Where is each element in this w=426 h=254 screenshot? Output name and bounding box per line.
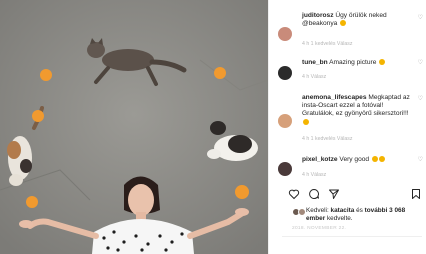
- comment-meta[interactable]: 4 h 1 kedvelés Válasz: [302, 136, 352, 142]
- comment-text: anemona_lifescapes Megkaptad az insta-Os…: [302, 94, 413, 127]
- avatar: [298, 208, 306, 216]
- comment-username[interactable]: juditorosz: [302, 12, 334, 19]
- share-icon[interactable]: [328, 188, 340, 200]
- comment-meta[interactable]: 4 h Válasz: [302, 74, 326, 80]
- comment-meta[interactable]: 4 h 1 kedvelés Válasz: [302, 41, 352, 47]
- likes-user[interactable]: katacita: [331, 207, 355, 214]
- comment-username[interactable]: anemona_lifescapes: [302, 94, 367, 101]
- divider: [282, 236, 422, 237]
- instagram-post-view: juditorosz Úgy örülök neked @beakonya ♡ …: [0, 0, 426, 254]
- likes-suffix: kedvelte.: [326, 215, 353, 223]
- comment-body: Very good: [339, 156, 370, 163]
- heart-icon[interactable]: [288, 188, 300, 200]
- avatar[interactable]: [278, 162, 292, 176]
- smile-emoji-icon: [340, 20, 347, 27]
- comment-text: pixel_kotze Very good: [302, 156, 413, 164]
- comment-item: juditorosz Úgy örülök neked @beakonya ♡ …: [278, 6, 423, 48]
- post-photo[interactable]: [0, 0, 268, 254]
- comment-item: anemona_lifescapes Megkaptad az insta-Os…: [278, 90, 423, 146]
- like-comment-heart-icon[interactable]: ♡: [418, 59, 423, 66]
- comment-icon[interactable]: [308, 188, 320, 200]
- bookmark-icon[interactable]: [410, 188, 422, 200]
- comment-meta[interactable]: 4 h Válasz: [302, 172, 326, 178]
- like-comment-heart-icon[interactable]: ♡: [418, 14, 423, 21]
- post-actions-bar: [288, 188, 422, 202]
- comment-username[interactable]: pixel_kotze: [302, 156, 338, 163]
- likes-prefix: Kedveli:: [306, 207, 331, 214]
- comment-item: tune_bn Amazing picture ♡ 4 h Válasz: [278, 52, 423, 82]
- emoji-icon: [379, 59, 386, 65]
- comment-username[interactable]: tune_bn: [302, 59, 328, 66]
- comment-text: tune_bn Amazing picture: [302, 59, 413, 67]
- avatar[interactable]: [278, 27, 292, 41]
- comment-text: juditorosz Úgy örülök neked @beakonya: [302, 12, 413, 28]
- like-comment-heart-icon[interactable]: ♡: [418, 95, 423, 102]
- avatar[interactable]: [278, 114, 292, 128]
- photo-illustration: [0, 0, 268, 254]
- likes-middle: és: [354, 207, 365, 214]
- post-date: 2018. NOVEMBER 22.: [292, 226, 347, 231]
- emoji-icon: [303, 118, 309, 125]
- emoji-icon: [378, 156, 385, 162]
- emoji-icon: [371, 156, 378, 162]
- comment-item: pixel_kotze Very good ♡ 4 h Válasz: [278, 150, 423, 184]
- like-comment-heart-icon[interactable]: ♡: [418, 156, 423, 163]
- likes-summary: Kedveli: katacita és további 3 068 ember…: [306, 207, 422, 224]
- comment-body: Amazing picture: [329, 59, 377, 66]
- avatar[interactable]: [278, 66, 292, 80]
